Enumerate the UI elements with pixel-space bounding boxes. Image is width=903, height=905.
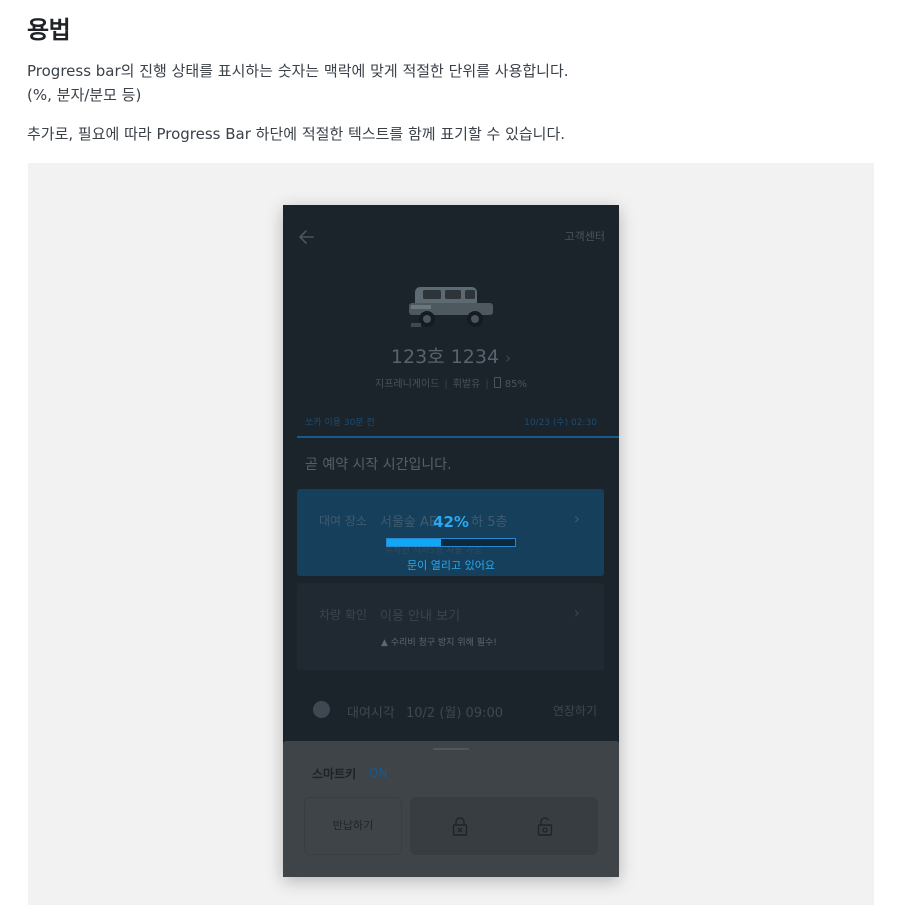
separator: | [485, 379, 489, 390]
smartkey-title: 스마트키 [312, 767, 357, 781]
phone-mockup: 고객센터 123호 1234 › 지프레니게이드 | 휘발유 | 85% 쏘카 이용 30… [283, 205, 619, 877]
chevron-right-icon: › [573, 603, 580, 622]
rental-time-value: 10/2 (월) 09:00 [406, 706, 504, 721]
vehicle-check-sub: ▲ 수리비 청구 방지 위해 필수! [381, 638, 497, 648]
status-left: 쏘카 이용 30분 전 [305, 418, 375, 428]
doc-paragraph-2: 추가로, 필요에 따라 Progress Bar 하단에 적절한 텍스트를 함께… [27, 125, 566, 143]
car-model: 지프레니게이드 [375, 379, 440, 390]
status-row: 쏘카 이용 30분 전 10/23 (수) 02:30 [305, 415, 597, 428]
doc-paragraph-1-line-2: (%, 분자/분모 등) [27, 86, 142, 104]
vehicle-check-card[interactable]: 차량 확인 이용 안내 보기 › ▲ 수리비 청구 방지 위해 필수! [297, 583, 604, 670]
progress-percent: 42% [433, 513, 469, 531]
unlock-icon[interactable] [536, 816, 554, 836]
fuel-type: 휘발유 [452, 379, 481, 390]
battery-icon [493, 377, 501, 388]
sheet-handle[interactable] [433, 748, 469, 750]
return-button[interactable]: 반납하기 [304, 797, 402, 855]
chevron-right-icon: › [505, 349, 512, 367]
vehicle-check-label: 차량 확인 [319, 608, 367, 622]
doc-paragraph-1: Progress bar의 진행 상태를 표시하는 숫자는 맥락에 맞게 적절한… [27, 59, 569, 107]
progress-caption: 문이 열리고 있어요 [407, 559, 495, 572]
help-center-link[interactable]: 고객센터 [565, 228, 605, 244]
car-image [409, 287, 493, 327]
plate-number: 123호 1234 [390, 346, 500, 368]
battery-level: 85% [504, 379, 527, 390]
clock-icon [313, 701, 330, 718]
smartkey-state: ON [369, 766, 388, 780]
car-info: 지프레니게이드 | 휘발유 | 85% [283, 375, 619, 390]
license-plate[interactable]: 123호 1234 › [283, 342, 619, 369]
smartkey-sheet: 스마트키 ON 반납하기 [283, 741, 619, 877]
status-divider [297, 436, 619, 438]
notice-text: 곧 예약 시작 시간입니다. [305, 457, 452, 473]
progress-bar [386, 538, 516, 547]
lock-controls [410, 797, 598, 855]
key-controls: 반납하기 [304, 797, 598, 855]
separator: | [444, 379, 448, 390]
vehicle-check-value: 이용 안내 보기 [380, 609, 461, 624]
extend-rental-link[interactable]: 연장하기 [553, 702, 597, 719]
back-arrow-icon[interactable] [297, 227, 317, 247]
doc-paragraph-1-line-1: Progress bar의 진행 상태를 표시하는 숫자는 맥락에 맞게 적절한… [27, 62, 569, 80]
lock-icon[interactable] [451, 816, 469, 836]
progress-bar-fill [387, 539, 441, 546]
status-right: 10/23 (수) 02:30 [524, 418, 597, 428]
rental-time-label: 대여시각 [347, 706, 395, 721]
doc-title: 용법 [27, 16, 71, 44]
